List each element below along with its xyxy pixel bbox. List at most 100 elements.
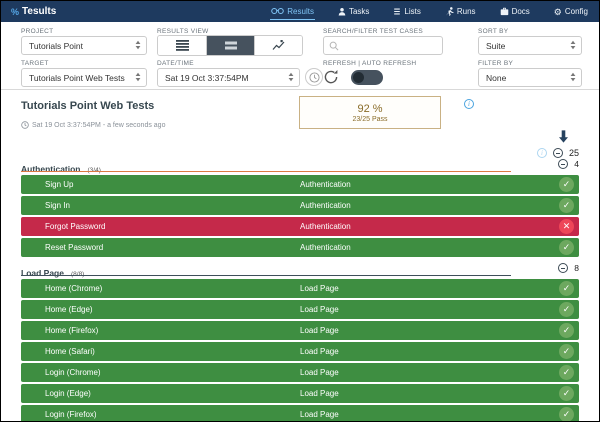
view-summary-button[interactable] <box>206 36 254 55</box>
nav-docs[interactable]: Docs <box>499 4 531 19</box>
datetime-select[interactable]: Sat 19 Oct 3:37:54PM <box>157 68 300 87</box>
nav-results[interactable]: Results <box>270 4 315 20</box>
filter-bar: PROJECT Tutorials Point RESULTS VIEW <box>1 22 599 90</box>
test-suite: Load Page <box>300 326 339 335</box>
status-icon: ✓ <box>559 177 574 192</box>
test-row[interactable]: Home (Firefox) Load Page ✓ <box>21 321 579 340</box>
select-arrows-icon <box>570 40 576 51</box>
suite-name: Authentication <box>21 164 81 174</box>
nav-label: Tasks <box>349 7 369 16</box>
pass-rate-box: 92 % 23/25 Pass <box>299 96 441 129</box>
suite-count: 4 <box>574 159 579 169</box>
filter-by-select[interactable]: None <box>478 68 582 87</box>
top-navbar: % Tesults Results Tasks <box>1 1 599 22</box>
select-arrows-icon <box>135 72 141 83</box>
view-dense-list-button[interactable] <box>158 36 206 55</box>
status-icon: ✓ <box>559 386 574 401</box>
dense-list-icon <box>176 40 189 51</box>
suite-header-controls: 4 <box>558 159 579 169</box>
filter-by-label: FILTER BY <box>478 60 513 67</box>
suite-name: Load Page <box>21 268 64 278</box>
results-view-label: RESULTS VIEW <box>157 28 209 35</box>
test-row[interactable]: Home (Chrome) Load Page ✓ <box>21 279 579 298</box>
suite-section: Authentication(3/4) 4 Sign Up Authentica… <box>21 159 579 257</box>
status-icon: ✓ <box>559 240 574 255</box>
collapse-all-icon[interactable] <box>553 148 563 158</box>
test-row[interactable]: Home (Edge) Load Page ✓ <box>21 300 579 319</box>
test-suite: Load Page <box>300 410 339 419</box>
lists-icon <box>393 7 401 16</box>
download-arrow-icon <box>558 130 569 143</box>
download-results-button[interactable] <box>558 130 569 148</box>
collapse-suite-icon[interactable] <box>558 159 568 169</box>
collapse-suite-icon[interactable] <box>558 263 568 273</box>
sort-by-select[interactable]: Suite <box>478 36 582 55</box>
refresh-icon <box>323 69 339 85</box>
target-select[interactable]: Tutorials Point Web Tests <box>21 68 147 87</box>
suite-header: Load Page(8/8) 8 <box>21 263 579 277</box>
datetime-label: DATE/TIME <box>157 60 194 67</box>
suite-underline <box>21 171 511 172</box>
nav-tasks[interactable]: Tasks <box>337 4 370 19</box>
test-name: Sign Up <box>45 180 73 189</box>
test-row[interactable]: Home (Safari) Load Page ✓ <box>21 342 579 361</box>
suite-header-controls: 8 <box>558 263 579 273</box>
clock-icon <box>309 72 320 83</box>
test-row[interactable]: Login (Chrome) Load Page ✓ <box>21 363 579 382</box>
brand[interactable]: % Tesults <box>11 6 56 17</box>
refresh-label: REFRESH | AUTO REFRESH <box>323 60 416 67</box>
tesults-logo-icon: % <box>11 7 19 17</box>
nav-label: Docs <box>512 7 530 16</box>
test-row[interactable]: Forgot Password Authentication ✕ <box>21 217 579 236</box>
test-suite: Authentication <box>300 180 351 189</box>
search-label: SEARCH/FILTER TEST CASES <box>323 28 423 35</box>
time-picker-button[interactable] <box>305 68 323 86</box>
suite-rows: Sign Up Authentication ✓ Sign In Authent… <box>21 175 579 257</box>
test-row[interactable]: Sign In Authentication ✓ <box>21 196 579 215</box>
search-input[interactable] <box>343 41 433 50</box>
total-count: 25 <box>569 148 579 158</box>
select-arrows-icon <box>570 72 576 83</box>
pass-ratio: 23/25 Pass <box>352 116 387 123</box>
config-icon: ⚙ <box>554 8 562 16</box>
target-label: TARGET <box>21 60 49 67</box>
test-name: Forgot Password <box>45 222 105 231</box>
suite-count: 8 <box>574 263 579 273</box>
nav-lists[interactable]: Lists <box>392 4 421 19</box>
app-root: % Tesults Results Tasks <box>0 0 600 422</box>
auto-refresh-toggle[interactable] <box>351 70 383 85</box>
summary-list-icon <box>225 41 237 50</box>
test-name: Login (Firefox) <box>45 410 97 419</box>
pass-percent: 92 % <box>357 103 382 115</box>
test-name: Home (Edge) <box>45 305 93 314</box>
page-title: Tutorials Point Web Tests <box>21 100 154 112</box>
chart-icon <box>272 40 285 51</box>
status-icon: ✕ <box>559 219 574 234</box>
refresh-button[interactable] <box>323 69 339 90</box>
test-row[interactable]: Login (Firefox) Load Page ✓ <box>21 405 579 422</box>
suite-header: Authentication(3/4) 4 <box>21 159 579 173</box>
test-name: Home (Chrome) <box>45 284 102 293</box>
test-suite: Load Page <box>300 368 339 377</box>
test-name: Login (Chrome) <box>45 368 101 377</box>
suites-container: Authentication(3/4) 4 Sign Up Authentica… <box>21 159 579 422</box>
results-icon <box>271 7 284 15</box>
project-select[interactable]: Tutorials Point <box>21 36 147 55</box>
info-icon[interactable]: i <box>537 148 547 158</box>
nav-runs[interactable]: Runs <box>444 4 477 19</box>
run-timestamp: Sat 19 Oct 3:37:54PM - a few seconds ago <box>21 121 165 129</box>
test-row[interactable]: Reset Password Authentication ✓ <box>21 238 579 257</box>
clock-icon <box>21 121 29 129</box>
project-value: Tutorials Point <box>29 41 83 51</box>
tasks-icon <box>338 7 346 16</box>
test-name: Sign In <box>45 201 70 210</box>
nav-label: Lists <box>404 7 420 16</box>
view-chart-button[interactable] <box>254 36 302 55</box>
status-icon: ✓ <box>559 407 574 422</box>
nav-config[interactable]: ⚙ Config <box>553 4 589 19</box>
test-row[interactable]: Login (Edge) Load Page ✓ <box>21 384 579 403</box>
status-icon: ✓ <box>559 281 574 296</box>
info-icon[interactable]: i <box>464 99 474 109</box>
status-icon: ✓ <box>559 198 574 213</box>
test-row[interactable]: Sign Up Authentication ✓ <box>21 175 579 194</box>
